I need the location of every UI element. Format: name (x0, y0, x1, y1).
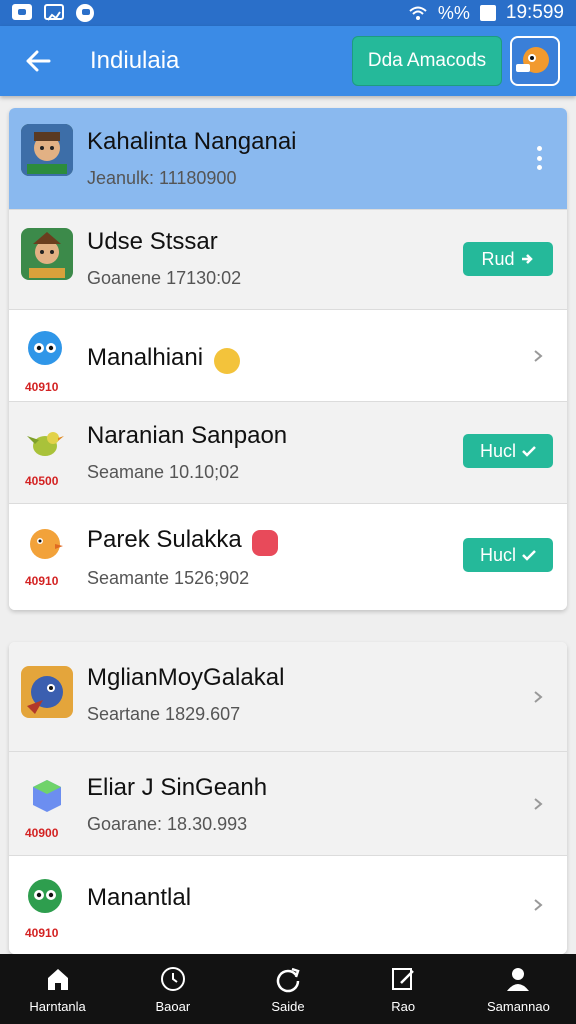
top-list-card: Kahalinta Nanganai Jeanulk: 11180900 Uds… (9, 108, 567, 610)
smiley-emoji-icon (213, 347, 240, 374)
list-item[interactable]: 40900 Eliar J SinGeanh Goarane: 18.30.99… (9, 752, 567, 856)
bird-icon (27, 432, 64, 456)
nav-label: Samannao (486, 998, 550, 1014)
nav-item-baoar[interactable]: Baoar (115, 954, 230, 1024)
action-pill-button[interactable]: Hucl (463, 538, 553, 572)
list-item[interactable]: Kahalinta Nanganai Jeanulk: 11180900 (9, 108, 567, 210)
item-badge: 40910 (25, 380, 59, 394)
chick-icon (30, 529, 63, 559)
clock-icon (160, 966, 185, 991)
list-item[interactable]: 40910 Manantlal (9, 856, 567, 954)
nav-label: Baoar (155, 998, 191, 1014)
back-button[interactable] (16, 39, 60, 83)
app-icon-wrap (21, 228, 75, 292)
item-subtitle: Seamante 1526;902 (87, 567, 250, 588)
clock-time: 19:599 (505, 2, 564, 23)
arrow-icon (521, 254, 533, 264)
nav-label: Harntanla (29, 998, 86, 1014)
pill-label: Hucl (479, 544, 516, 565)
primary-action-button[interactable]: Dda Amacods (352, 36, 502, 86)
wifi-icon (408, 5, 428, 21)
app-icon-wrap (21, 124, 75, 188)
chat-bubble-icon (28, 331, 62, 365)
home-icon (47, 968, 68, 990)
list-item[interactable]: 40910 Parek Sulakka Seamante 1526;902 Hu… (9, 504, 567, 610)
status-bar: %% 19:599 (0, 0, 576, 26)
item-title: Udse Stssar (87, 228, 218, 255)
red-emoji-icon (252, 529, 279, 556)
item-badge: 40910 (25, 926, 59, 940)
mascot-icon (516, 47, 549, 73)
owl-icon (28, 879, 62, 913)
item-title: MglianMoyGalakal (87, 664, 285, 691)
item-subtitle: Goanene 17130:02 (87, 268, 242, 288)
game-avatar-icon (21, 228, 73, 280)
app-icon-wrap: 40500 (21, 424, 75, 488)
item-title: Manantlal (87, 884, 192, 911)
item-subtitle: Seamane 10.10;02 (87, 462, 240, 482)
item-title: Manalhiani (87, 344, 204, 371)
item-subtitle: Seartane 1829.607 (87, 704, 241, 724)
pill-label: Rud (481, 248, 515, 269)
nav-item-rao[interactable]: Rao (346, 954, 461, 1024)
nav-item-home[interactable]: Harntanla (0, 954, 115, 1024)
app-icon-wrap: 40900 (21, 776, 75, 840)
chevron-right-icon[interactable] (531, 349, 545, 363)
item-badge: 40500 (25, 474, 59, 488)
app-icon-wrap: 40910 (21, 524, 75, 588)
chart-icon (44, 4, 64, 21)
pill-label: Hucl (479, 440, 516, 461)
list-item[interactable]: Udse Stssar Goanene 17130:02 Rud (9, 210, 567, 310)
cube-icon (33, 780, 61, 812)
list-item[interactable]: MglianMoyGalakal Seartane 1829.607 (9, 642, 567, 752)
chevron-right-icon[interactable] (531, 690, 545, 704)
check-icon (522, 446, 536, 457)
list-item[interactable]: 40500 Naranian Sanpaon Seamane 10.10;02 … (9, 402, 567, 504)
game-dragon-icon (21, 666, 73, 718)
app-status-icon (76, 4, 94, 22)
item-badge: 40910 (25, 574, 59, 588)
signal-text: %% (437, 2, 470, 23)
nav-label: Saide (271, 998, 305, 1014)
chevron-right-icon[interactable] (531, 797, 545, 811)
bottom-list-card: MglianMoyGalakal Seartane 1829.607 40900… (9, 642, 567, 954)
item-title: Kahalinta Nanganai (87, 128, 297, 155)
person-icon (507, 967, 530, 991)
action-pill-button[interactable]: Rud (463, 242, 553, 276)
item-subtitle: Jeanulk: 11180900 (87, 168, 237, 188)
check-icon (522, 550, 536, 561)
page-title: Indiulaia (90, 47, 180, 74)
nav-item-saide[interactable]: Saide (230, 954, 345, 1024)
app-bar: Indiulaia Dda Amacods (0, 26, 576, 96)
profile-avatar[interactable] (510, 36, 560, 86)
notification-icon (12, 4, 32, 20)
nav-label: Rao (391, 998, 416, 1014)
edit-icon (392, 967, 415, 990)
item-badge: 40900 (25, 826, 59, 840)
battery-icon (479, 5, 496, 21)
nav-item-samannao[interactable]: Samannao (461, 954, 576, 1024)
app-icon-wrap (21, 666, 75, 730)
app-icon-wrap: 40910 (21, 876, 75, 940)
action-pill-button[interactable]: Hucl (463, 434, 553, 468)
item-subtitle: Goarane: 18.30.993 (87, 814, 248, 834)
item-title: Parek Sulakka (87, 526, 242, 553)
bottom-navigation: Harntanla Baoar Saide Rao Samannao (0, 954, 576, 1024)
list-item[interactable]: 40910 Manalhiani (9, 310, 567, 402)
game-avatar-icon (21, 124, 73, 176)
chevron-right-icon[interactable] (531, 898, 545, 912)
item-title: Naranian Sanpaon (87, 422, 288, 449)
back-arrow-icon (26, 50, 51, 72)
app-icon-wrap: 40910 (21, 330, 75, 394)
item-title: Eliar J SinGeanh (87, 774, 268, 801)
more-options-icon[interactable] (535, 146, 543, 170)
refresh-icon (276, 967, 300, 992)
